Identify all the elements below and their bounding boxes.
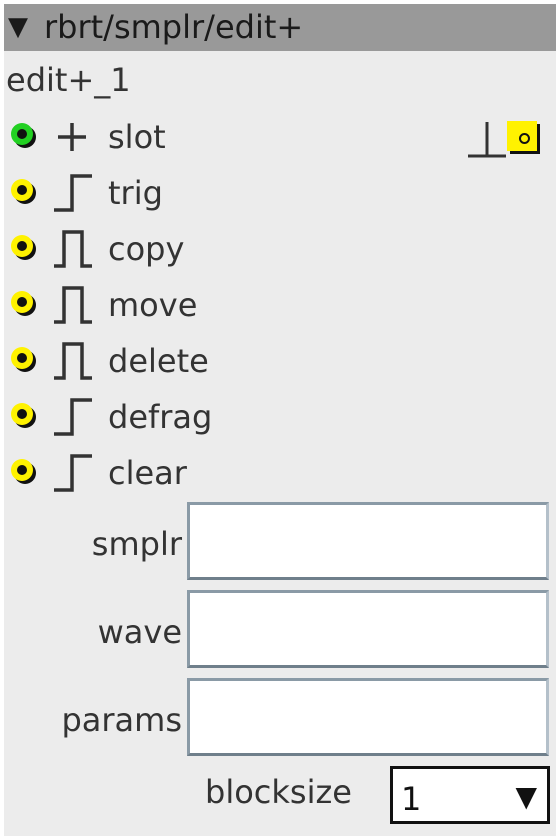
blocksize-value: 1: [401, 780, 422, 818]
inlet-row-defrag: defrag: [4, 392, 556, 442]
inlet-label: copy: [108, 230, 185, 268]
inlet-row-move: move: [4, 280, 556, 330]
bang-icon: [468, 122, 506, 158]
pulse-icon: [54, 230, 92, 268]
outlet-port[interactable]: [507, 121, 540, 154]
collapse-triangle-icon[interactable]: ▼: [8, 4, 28, 51]
inlet-port-trig[interactable]: [11, 179, 36, 204]
inlet-label: move: [108, 286, 198, 324]
inlet-port-move[interactable]: [11, 291, 36, 316]
node-panel: ▼ rbrt/smplr/edit+ edit+_1 slot trig cop…: [4, 4, 556, 836]
step-icon: [54, 174, 92, 212]
inlet-label: slot: [108, 118, 166, 156]
inlet-port-defrag[interactable]: [11, 403, 36, 428]
node-name: edit+_1: [6, 61, 131, 99]
inlet-label: defrag: [108, 398, 213, 436]
inlet-label: clear: [108, 454, 187, 492]
inlet-label: trig: [108, 174, 163, 212]
inlet-port-delete[interactable]: [11, 347, 36, 372]
inlet-port-slot[interactable]: [11, 123, 36, 148]
inlet-row-trig: trig: [4, 168, 556, 218]
chevron-down-icon: ▼: [515, 780, 537, 813]
smplr-field[interactable]: [187, 502, 549, 580]
blocksize-select[interactable]: 1 ▼: [390, 766, 550, 824]
params-label: params: [61, 701, 182, 739]
wave-field[interactable]: [187, 590, 549, 668]
pulse-icon: [54, 342, 92, 380]
wave-label: wave: [97, 613, 182, 651]
smplr-label: smplr: [91, 525, 182, 563]
plus-icon: [58, 123, 86, 151]
inlet-row-copy: copy: [4, 224, 556, 274]
pulse-icon: [54, 286, 92, 324]
inlet-row-clear: clear: [4, 448, 556, 498]
blocksize-label: blocksize: [205, 773, 352, 811]
inlet-label: delete: [108, 342, 209, 380]
inlet-port-clear[interactable]: [11, 459, 36, 484]
step-icon: [54, 398, 92, 436]
inlet-row-delete: delete: [4, 336, 556, 386]
params-field[interactable]: [187, 678, 549, 756]
inlet-row-slot: slot: [4, 112, 556, 162]
step-icon: [54, 454, 92, 492]
inlet-port-copy[interactable]: [11, 235, 36, 260]
title-bar[interactable]: ▼ rbrt/smplr/edit+: [4, 4, 556, 51]
window-title: rbrt/smplr/edit+: [44, 8, 304, 46]
